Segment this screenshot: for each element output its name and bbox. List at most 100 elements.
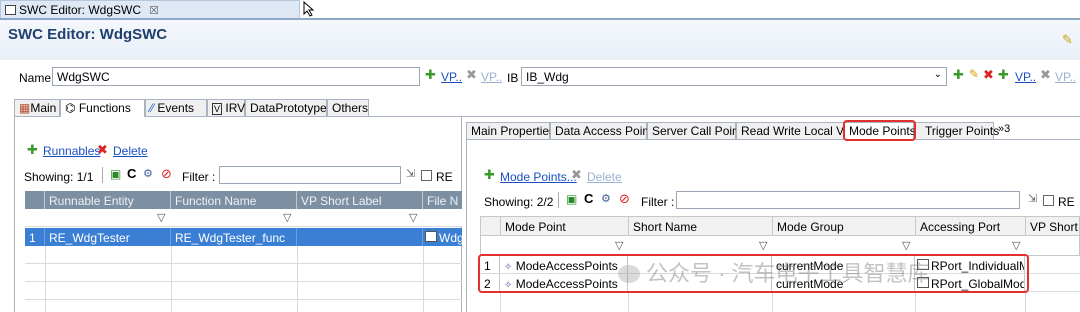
editor-tab[interactable]: SWC Editor: WdgSWC ☒ (0, 0, 300, 18)
filter-options-icon[interactable]: ⇲ (406, 167, 415, 180)
export-icon[interactable]: ▣ (566, 192, 577, 206)
vp-short-label-cell[interactable] (1025, 274, 1080, 291)
tab-dataprototypes[interactable]: DataPrototypes (245, 99, 333, 116)
col-mode-group[interactable]: Mode Group (773, 217, 916, 235)
toolbar-separator (558, 192, 559, 208)
col-divider (45, 246, 46, 312)
refresh-icon[interactable]: C (584, 191, 593, 206)
settings-icon[interactable]: ⚙ (601, 192, 611, 205)
left-showing-count: Showing: 1/1 (24, 170, 94, 184)
file-name-cell[interactable]: WdgS (423, 228, 462, 246)
add-ib-icon[interactable]: ✚ (953, 67, 964, 83)
add-mode-point-icon[interactable]: ✚ (484, 167, 495, 183)
clear-filter-icon[interactable]: ⊘ (161, 166, 172, 182)
filter-icon[interactable]: ▽ (409, 211, 417, 224)
tab-trigger-points[interactable]: Trigger Points (914, 122, 999, 139)
right-filter-input[interactable] (676, 191, 1020, 209)
filter-icon[interactable]: ▽ (759, 239, 767, 252)
toolbar-separator (102, 167, 103, 183)
ib-select-value: IB_Wdg (526, 70, 569, 84)
left-re-checkbox[interactable] (421, 168, 432, 182)
filter-icon[interactable]: ▽ (1012, 239, 1020, 252)
filter-icon[interactable]: ▽ (283, 211, 291, 224)
tab-read-write-local-var[interactable]: Read Write Local Var (736, 122, 854, 139)
col-file-name[interactable]: File N (423, 191, 462, 209)
tab-data-access-points[interactable]: Data Access Points (550, 122, 658, 139)
left-filter-label: Filter : (182, 170, 216, 184)
editor-tab-title: SWC Editor: WdgSWC (19, 3, 142, 17)
filter-options-icon[interactable]: ⇲ (1028, 192, 1037, 205)
right-tabbar: Main Properties Data Access Points Serve… (466, 122, 1080, 140)
tab-main[interactable]: ▦Main (14, 99, 60, 116)
function-name-cell[interactable]: RE_WdgTester_func (171, 228, 297, 246)
col-divider (628, 292, 629, 312)
delete-runnable-link[interactable]: Delete (113, 144, 148, 158)
vp-link[interactable]: VP.. (441, 70, 462, 84)
tab-server-call-points[interactable]: Server Call Points (647, 122, 748, 139)
settings-icon[interactable]: ⚙ (143, 167, 153, 180)
row-divider (25, 299, 462, 300)
tab-others[interactable]: Others (327, 99, 369, 116)
file-icon (425, 231, 437, 242)
add-vp2-icon[interactable]: ✚ (998, 67, 1009, 83)
clear-filter-icon[interactable]: ⊘ (619, 191, 630, 207)
col-short-name[interactable]: Short Name (629, 217, 773, 235)
right-re-label: RE (1058, 195, 1075, 209)
col-accessing-port[interactable]: Accessing Port (916, 217, 1026, 235)
name-field[interactable]: WdgSWC (52, 67, 420, 86)
col-mode-point[interactable]: Mode Point (501, 217, 629, 235)
row-divider (25, 281, 462, 282)
mode-points-link[interactable]: Mode Points... (500, 170, 577, 184)
row-divider (25, 263, 462, 264)
edit-icon[interactable]: ✎ (969, 67, 979, 81)
delete-vp-icon: ✖ (466, 67, 477, 82)
tab-irv[interactable]: V IRV (207, 99, 245, 116)
vp-short-label-cell[interactable] (1025, 256, 1080, 273)
name-label: Name (19, 71, 52, 85)
delete-runnable-icon[interactable]: ✖ (97, 142, 108, 158)
more-tabs-chevron[interactable]: »3 (998, 123, 1010, 135)
close-icon[interactable]: ☒ (149, 5, 159, 17)
events-tab-icon: ⁄⁄ (150, 101, 155, 115)
page-title: SWC Editor: WdgSWC (8, 26, 168, 43)
col-divider (915, 292, 916, 312)
vp-link-2[interactable]: VP.. (1015, 70, 1036, 84)
chevron-down-icon: ⌄ (933, 69, 942, 80)
col-runnable-entity[interactable]: Runnable Entity (45, 191, 171, 209)
refresh-icon[interactable]: C (127, 166, 136, 181)
col-function-name[interactable]: Function Name (171, 191, 297, 209)
filter-icon[interactable]: ▽ (902, 239, 910, 252)
tab-events[interactable]: ⁄⁄ Events (145, 99, 207, 116)
table-row[interactable]: 1 RE_WdgTester RE_WdgTester_func WdgS (25, 228, 462, 246)
ib-select[interactable]: IB_Wdg ⌄ (521, 67, 947, 86)
export-icon[interactable]: ▣ (110, 167, 121, 181)
runnables-link[interactable]: Runnables (43, 144, 100, 158)
irv-tab-icon: V (212, 103, 223, 115)
delete-mode-point-link: Delete (587, 170, 622, 184)
main-tab-icon: ▦ (19, 101, 31, 115)
delete-ib-icon[interactable]: ✖ (983, 67, 994, 83)
add-vp-icon[interactable]: ✚ (425, 67, 436, 83)
col-divider (297, 246, 298, 312)
filter-icon[interactable]: ▽ (157, 211, 165, 224)
left-filter-input[interactable] (219, 166, 401, 184)
mouse-cursor-icon (303, 0, 315, 17)
delete-mode-point-icon: ✖ (571, 167, 582, 182)
right-re-checkbox[interactable] (1043, 193, 1054, 207)
runnable-entity-cell[interactable]: RE_WdgTester (45, 228, 171, 246)
tab-main-properties[interactable]: Main Properties (466, 122, 555, 139)
left-re-label: RE (436, 170, 453, 184)
trigger-points-label: Trigger Points (925, 124, 1000, 138)
col-divider (500, 292, 501, 312)
main-tabbar: ▦Main ⌬ Functions ⁄⁄ Events V IRV DataPr… (14, 99, 1080, 117)
vp-short-label-cell[interactable] (297, 228, 423, 246)
col-vp-short-label[interactable]: VP Short L (1026, 217, 1080, 235)
tab-functions[interactable]: ⌬ Functions (60, 99, 145, 117)
help-icon[interactable]: ✎ (1062, 32, 1073, 48)
row-number-header (25, 191, 45, 209)
editor-icon (5, 5, 16, 15)
add-runnable-icon[interactable]: ✚ (27, 142, 38, 158)
right-grid-header: Mode Point Short Name Mode Group Accessi… (480, 216, 1080, 236)
filter-icon[interactable]: ▽ (615, 239, 623, 252)
col-vp-short-label[interactable]: VP Short Label (297, 191, 423, 209)
